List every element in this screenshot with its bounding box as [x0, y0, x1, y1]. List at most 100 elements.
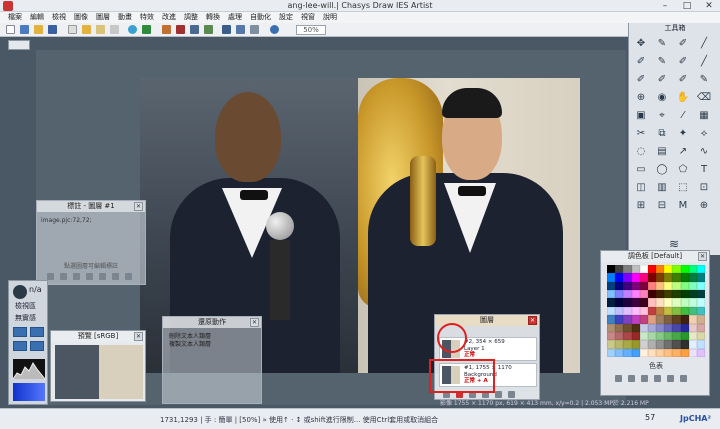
palette-swatch[interactable]	[656, 281, 665, 291]
text-tool-icon[interactable]: T	[696, 163, 712, 177]
palette-swatch[interactable]	[607, 281, 616, 291]
paste-icon[interactable]	[82, 25, 91, 34]
ellipse-tool-icon[interactable]: ◯	[654, 163, 670, 177]
palette-swatch[interactable]	[688, 340, 697, 349]
palette-swatch[interactable]	[672, 306, 681, 316]
palette-swatch[interactable]	[631, 315, 640, 324]
palette-delete-icon[interactable]	[667, 375, 674, 382]
nav-left-icon[interactable]	[13, 341, 27, 351]
close-icon[interactable]: ✕	[698, 0, 720, 12]
annot-copy-icon[interactable]	[86, 273, 93, 280]
pencil-tool-icon[interactable]: ✎	[654, 37, 670, 51]
palette-swatch[interactable]	[656, 306, 665, 316]
palette-swatch[interactable]	[631, 340, 640, 349]
polygon-tool-icon[interactable]: ⬠	[675, 163, 691, 177]
palette-swatch[interactable]	[623, 281, 632, 291]
annot-refresh-icon[interactable]	[47, 273, 54, 280]
gradient-tool-icon[interactable]: ▤	[654, 145, 670, 159]
palette-swatch[interactable]	[623, 273, 632, 282]
palette-swatch[interactable]	[656, 331, 665, 341]
palette-swatch[interactable]	[680, 290, 689, 299]
palette-swatch[interactable]	[688, 290, 697, 299]
palette-save-icon[interactable]	[641, 375, 648, 382]
annot-export-icon[interactable]	[112, 273, 119, 280]
palette-swatch[interactable]	[607, 290, 616, 299]
palette-settings-icon[interactable]	[680, 375, 687, 382]
palette-swatch[interactable]	[631, 348, 640, 357]
palette-swatch[interactable]	[664, 290, 673, 299]
palette-swatch[interactable]	[680, 306, 689, 316]
palette-swatch[interactable]	[656, 348, 665, 357]
palette-swatch[interactable]	[656, 298, 665, 307]
palette-swatch[interactable]	[623, 290, 632, 299]
palette-swatch[interactable]	[639, 323, 648, 332]
menu-process[interactable]: 處理	[224, 12, 246, 23]
palette-swatch[interactable]	[656, 290, 665, 299]
palette-swatch[interactable]	[639, 348, 648, 357]
palette-swatch[interactable]	[656, 315, 665, 324]
palette-swatch[interactable]	[623, 323, 632, 332]
palette-swatch[interactable]	[672, 331, 681, 341]
palette-swatch[interactable]	[639, 290, 648, 299]
menu-settings[interactable]: 設定	[275, 12, 297, 23]
palette-swatch[interactable]	[623, 298, 632, 307]
palette-label[interactable]: 色表	[601, 361, 711, 371]
pen-tool-icon[interactable]: ✐	[675, 55, 691, 69]
palette-swatch[interactable]	[639, 315, 648, 324]
palette-swatch[interactable]	[647, 265, 656, 274]
palette-swatch[interactable]	[615, 273, 624, 282]
new-file-icon[interactable]	[6, 25, 15, 34]
palette-swatch[interactable]	[672, 273, 681, 282]
menu-effects[interactable]: 特效	[136, 12, 158, 23]
palette-swatch[interactable]	[664, 315, 673, 324]
palette-swatch[interactable]	[647, 273, 656, 282]
document-tab[interactable]	[8, 40, 30, 50]
palette-swatch[interactable]	[607, 323, 616, 332]
menu-edit[interactable]: 編輯	[26, 12, 48, 23]
palette-swatch[interactable]	[639, 281, 648, 291]
palette-swatch[interactable]	[615, 348, 624, 357]
mask-tool-icon[interactable]: ⊟	[654, 199, 670, 213]
palette-swatch[interactable]	[664, 340, 673, 349]
palette-swatch[interactable]	[664, 323, 673, 332]
palette-swatch[interactable]	[680, 273, 689, 282]
minimize-icon[interactable]: –	[654, 0, 676, 12]
help-icon[interactable]	[270, 25, 279, 34]
macro-tool-icon[interactable]: M	[675, 199, 691, 213]
palette-swatch[interactable]	[680, 340, 689, 349]
palette-add-icon[interactable]	[654, 375, 661, 382]
palette-swatch[interactable]	[647, 323, 656, 332]
palette-swatch[interactable]	[696, 315, 705, 324]
palette-swatch[interactable]	[672, 323, 681, 332]
clipboard-icon[interactable]	[96, 25, 105, 34]
palette-swatch[interactable]	[696, 265, 705, 274]
palette-swatch[interactable]	[696, 340, 705, 349]
palette-swatch[interactable]	[631, 265, 640, 274]
palette-swatch[interactable]	[688, 298, 697, 307]
maximize-icon[interactable]: □	[676, 0, 698, 12]
palette-swatch[interactable]	[639, 331, 648, 341]
palette-swatch[interactable]	[664, 306, 673, 316]
palette-swatch[interactable]	[615, 298, 624, 307]
film-icon[interactable]	[176, 25, 185, 34]
shape-tool-icon[interactable]: ⟡	[696, 127, 712, 141]
palette-swatch[interactable]	[607, 331, 616, 341]
crosshair-tool-icon[interactable]: ⌖	[654, 109, 670, 123]
palette-swatch[interactable]	[680, 331, 689, 341]
menu-layer[interactable]: 圖層	[92, 12, 114, 23]
palette-swatch[interactable]	[639, 298, 648, 307]
slash-tool-icon[interactable]: ⁄	[675, 109, 691, 123]
palette-swatch[interactable]	[607, 265, 616, 274]
palette-close-icon[interactable]: ✕	[698, 252, 707, 261]
palette-new-icon[interactable]	[615, 375, 622, 382]
palette-swatch[interactable]	[631, 273, 640, 282]
annot-save-icon[interactable]	[73, 273, 80, 280]
history-close-icon[interactable]: ✕	[250, 318, 259, 327]
palette-swatch[interactable]	[615, 340, 624, 349]
hand-tool-icon[interactable]: ✋	[675, 91, 691, 105]
palette-swatch[interactable]	[696, 323, 705, 332]
palette-swatch[interactable]	[607, 340, 616, 349]
palette-swatch[interactable]	[656, 265, 665, 274]
palette-swatch[interactable]	[647, 348, 656, 357]
clone-tool-icon[interactable]: ⊕	[633, 91, 649, 105]
